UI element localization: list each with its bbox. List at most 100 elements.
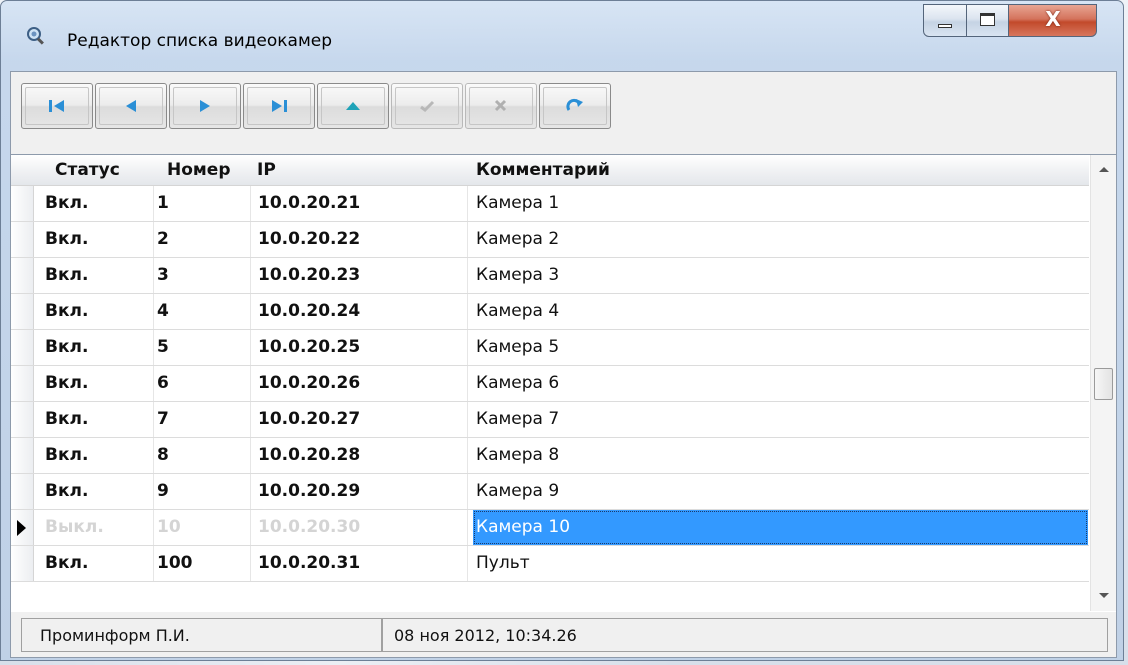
- number-cell[interactable]: 9: [157, 474, 169, 509]
- ip-cell[interactable]: 10.0.20.29: [258, 474, 360, 509]
- table-row[interactable]: Вкл. 4 10.0.20.24 Камера 4: [11, 294, 1089, 330]
- prior-record-button[interactable]: [95, 83, 167, 129]
- next-record-icon: [200, 100, 210, 112]
- number-cell[interactable]: 2: [157, 222, 169, 257]
- ip-cell[interactable]: 10.0.20.27: [258, 402, 360, 437]
- row-indicator[interactable]: [11, 258, 34, 293]
- comment-cell[interactable]: Камера 3: [473, 258, 1088, 293]
- row-indicator[interactable]: [11, 474, 34, 509]
- table-row[interactable]: Вкл. 6 10.0.20.26 Камера 6: [11, 366, 1089, 402]
- insert-record-button[interactable]: [317, 83, 389, 129]
- comment-cell[interactable]: Камера 7: [473, 402, 1088, 437]
- next-record-button[interactable]: [169, 83, 241, 129]
- number-cell[interactable]: 6: [157, 366, 169, 401]
- comment-cell[interactable]: Камера 6: [473, 366, 1088, 401]
- comment-cell[interactable]: Камера 4: [473, 294, 1088, 329]
- comment-cell[interactable]: Камера 1: [473, 186, 1088, 221]
- number-cell[interactable]: 7: [157, 402, 169, 437]
- row-indicator[interactable]: [11, 402, 34, 437]
- first-record-button[interactable]: [21, 83, 93, 129]
- window-title: Редактор списка видеокамер: [67, 31, 333, 51]
- comment-cell[interactable]: Камера 9: [473, 474, 1088, 509]
- table-row[interactable]: Вкл. 5 10.0.20.25 Камера 5: [11, 330, 1089, 366]
- cancel-x-icon: [494, 99, 507, 112]
- ip-cell[interactable]: 10.0.20.25: [258, 330, 360, 365]
- number-cell[interactable]: 8: [157, 438, 169, 473]
- vertical-scrollbar[interactable]: [1090, 155, 1116, 611]
- status-cell[interactable]: Вкл.: [45, 330, 88, 365]
- status-cell[interactable]: Вкл.: [45, 546, 88, 581]
- ip-cell[interactable]: 10.0.20.26: [258, 366, 360, 401]
- magnifier-camera-icon: [27, 27, 44, 45]
- table-row[interactable]: Вкл. 3 10.0.20.23 Камера 3: [11, 258, 1089, 294]
- table-row[interactable]: Вкл. 9 10.0.20.29 Камера 9: [11, 474, 1089, 510]
- status-cell[interactable]: Вкл.: [45, 474, 88, 509]
- cancel-record-button[interactable]: [465, 83, 537, 129]
- comment-cell[interactable]: Камера 5: [473, 330, 1088, 365]
- maximize-button[interactable]: [967, 4, 1009, 37]
- comment-cell[interactable]: Камера 10: [473, 510, 1088, 545]
- ip-cell[interactable]: 10.0.20.30: [258, 510, 360, 545]
- ip-cell[interactable]: 10.0.20.24: [258, 294, 360, 329]
- last-record-button[interactable]: [243, 83, 315, 129]
- table-row[interactable]: Вкл. 1 10.0.20.21 Камера 1: [11, 186, 1089, 222]
- number-cell[interactable]: 100: [157, 546, 193, 581]
- status-cell[interactable]: Вкл.: [45, 258, 88, 293]
- column-header-ip[interactable]: IP: [257, 155, 276, 185]
- scroll-thumb[interactable]: [1094, 368, 1113, 400]
- comment-cell[interactable]: Пульт: [473, 546, 1088, 581]
- column-header-comment[interactable]: Комментарий: [476, 155, 610, 185]
- first-record-icon: [49, 100, 64, 112]
- table-row[interactable]: Вкл. 100 10.0.20.31 Пульт: [11, 546, 1089, 582]
- row-indicator[interactable]: [11, 186, 34, 221]
- status-bar: Проминформ П.И. 08 ноя 2012, 10:34.26: [21, 618, 1108, 652]
- post-record-button[interactable]: [391, 83, 463, 129]
- status-cell[interactable]: Вкл.: [45, 366, 88, 401]
- comment-cell[interactable]: Камера 2: [473, 222, 1088, 257]
- ip-cell[interactable]: 10.0.20.21: [258, 186, 360, 221]
- close-button[interactable]: X: [1009, 4, 1097, 37]
- status-cell[interactable]: Вкл.: [45, 294, 88, 329]
- refresh-button[interactable]: [539, 83, 611, 129]
- table-row[interactable]: Вкл. 8 10.0.20.28 Камера 8: [11, 438, 1089, 474]
- row-indicator[interactable]: [11, 330, 34, 365]
- status-cell[interactable]: Вкл.: [45, 402, 88, 437]
- row-indicator[interactable]: [11, 546, 34, 581]
- row-indicator[interactable]: [11, 222, 34, 257]
- comment-cell[interactable]: Камера 8: [473, 438, 1088, 473]
- minimize-icon: [938, 24, 952, 28]
- number-cell[interactable]: 3: [157, 258, 169, 293]
- ip-cell[interactable]: 10.0.20.23: [258, 258, 360, 293]
- current-row-arrow-icon: [17, 520, 26, 536]
- minimize-button[interactable]: [923, 4, 967, 37]
- number-cell[interactable]: 1: [157, 186, 169, 221]
- cameras-grid[interactable]: Статус Номер IP Комментарий Вкл. 1 10.0.20…: [11, 154, 1116, 612]
- number-cell[interactable]: 5: [157, 330, 169, 365]
- scroll-up-arrow-icon[interactable]: [1099, 167, 1109, 172]
- table-row[interactable]: Выкл. 10 10.0.20.30 Камера 10: [11, 510, 1089, 546]
- row-indicator[interactable]: [11, 294, 34, 329]
- row-indicator[interactable]: [11, 510, 34, 545]
- column-header-number[interactable]: Номер: [167, 155, 231, 185]
- number-cell[interactable]: 10: [157, 510, 181, 545]
- number-cell[interactable]: 4: [157, 294, 169, 329]
- title-bar[interactable]: Редактор списка видеокамер X: [1, 1, 1123, 71]
- row-indicator[interactable]: [11, 438, 34, 473]
- row-indicator[interactable]: [11, 366, 34, 401]
- status-cell[interactable]: Вкл.: [45, 438, 88, 473]
- status-cell[interactable]: Выкл.: [45, 510, 104, 545]
- ip-cell[interactable]: 10.0.20.31: [258, 546, 360, 581]
- camera-list-editor-window: Редактор списка видеокамер X Статус Номе…: [0, 0, 1124, 661]
- caption-buttons: X: [923, 4, 1097, 40]
- ip-cell[interactable]: 10.0.20.22: [258, 222, 360, 257]
- column-header-status[interactable]: Статус: [55, 155, 120, 185]
- status-cell[interactable]: Вкл.: [45, 222, 88, 257]
- table-row[interactable]: Вкл. 2 10.0.20.22 Камера 2: [11, 222, 1089, 258]
- ip-cell[interactable]: 10.0.20.28: [258, 438, 360, 473]
- status-cell[interactable]: Вкл.: [45, 186, 88, 221]
- refresh-icon: [566, 98, 583, 111]
- scroll-down-arrow-icon[interactable]: [1099, 593, 1109, 598]
- post-checkmark-icon: [420, 100, 435, 112]
- header-indicator-cell: [11, 155, 34, 185]
- table-row[interactable]: Вкл. 7 10.0.20.27 Камера 7: [11, 402, 1089, 438]
